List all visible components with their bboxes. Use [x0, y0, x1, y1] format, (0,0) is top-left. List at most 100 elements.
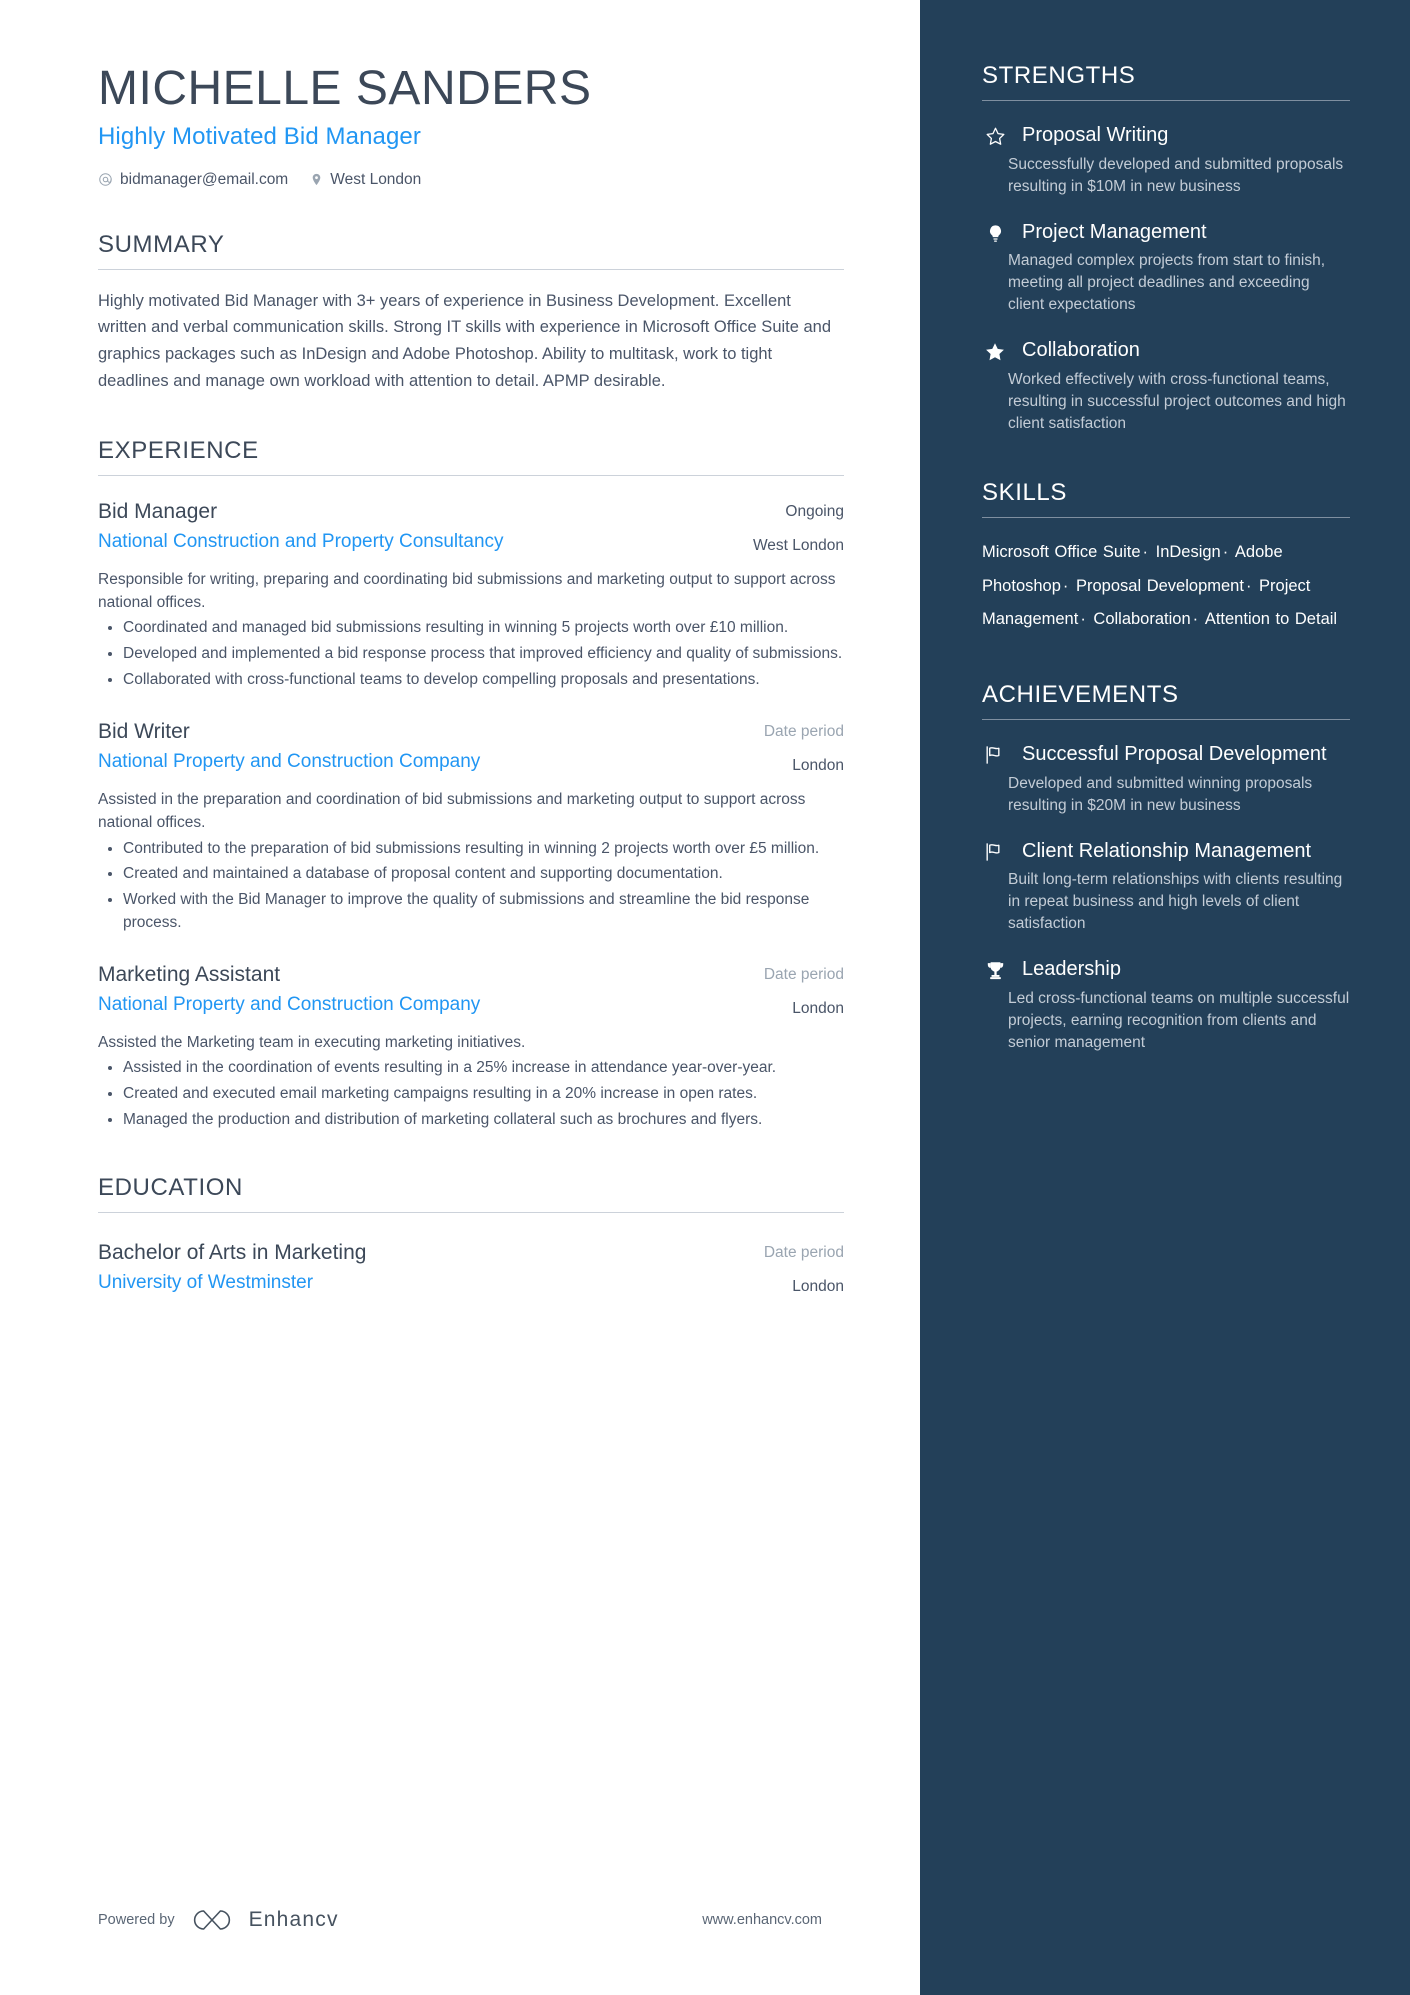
job-description: Assisted in the preparation and coordina… [98, 791, 806, 832]
job-location: London [792, 756, 844, 774]
section-achievements: ACHIEVEMENTS Successful Proposal Develop… [982, 681, 1350, 1054]
achievement-title: Successful Proposal Development [1022, 743, 1327, 766]
contact-location: West London [310, 171, 421, 189]
entry-header: Bid Writer National Property and Constru… [98, 718, 844, 776]
achievement-desc: Developed and submitted winning proposal… [1008, 774, 1313, 814]
entry-meta: Date period London [694, 1239, 844, 1297]
skill-item: Microsoft Office Suite [982, 542, 1141, 561]
entry-meta: Date period London [694, 961, 844, 1019]
entry-left: Bid Writer National Property and Constru… [98, 718, 670, 774]
website-url[interactable]: www.enhancv.com [702, 1912, 822, 1928]
achievement-title: Client Relationship Management [1022, 839, 1312, 862]
employer-name[interactable]: National Construction and Property Consu… [98, 529, 670, 554]
achievements-heading: ACHIEVEMENTS [982, 681, 1350, 721]
footer: Powered by Enhancv www.enhancv.com [98, 1907, 822, 1933]
experience-list: Bid Manager National Construction and Pr… [98, 498, 844, 1132]
entry-left: Marketing Assistant National Property an… [98, 961, 670, 1017]
job-description: Responsible for writing, preparing and c… [98, 570, 836, 612]
sidebar: STRENGTHS Proposal Writing Successfully … [920, 0, 1410, 1995]
section-experience: EXPERIENCE Bid Manager National Construc… [98, 437, 844, 1132]
strength-title: Proposal Writing [1022, 124, 1169, 146]
entry-left: Bid Manager National Construction and Pr… [98, 498, 670, 554]
job-title: Bid Writer [98, 719, 190, 743]
contact-email[interactable]: bidmanager@email.com [98, 171, 288, 189]
brand-block: Powered by Enhancv [98, 1907, 339, 1933]
list-item: Assisted in the coordination of events r… [98, 1057, 844, 1080]
achievement-title: Leadership [1022, 958, 1121, 981]
skill-item: Attention to Detail [1204, 610, 1338, 629]
trophy-icon [982, 957, 1008, 983]
achievement-body: Successful Proposal Development [1022, 742, 1350, 768]
section-strengths: STRENGTHS Proposal Writing Successfully … [982, 62, 1350, 435]
skill-separator: · [1192, 610, 1199, 629]
education-entry: Bachelor of Arts in Marketing University… [98, 1239, 844, 1297]
achievement-body: Leadership [1022, 957, 1350, 983]
job-description: Assisted the Marketing team in executing… [98, 1033, 526, 1051]
strength-desc: Worked effectively with cross-functional… [1008, 370, 1346, 432]
strength-body: Proposal Writing [1022, 123, 1350, 149]
star-outline-icon [982, 123, 1008, 149]
skills-heading: SKILLS [982, 479, 1350, 518]
skill-item: InDesign [1155, 542, 1221, 561]
contact-location-text: West London [330, 170, 422, 188]
list-item: Developed and implemented a bid response… [98, 643, 844, 666]
achievement-desc: Built long-term relationships with clien… [1008, 871, 1343, 933]
list-item: Coordinated and managed bid submissions … [98, 617, 844, 640]
skill-separator: · [1062, 576, 1069, 595]
contact-email-text: bidmanager@email.com [120, 170, 289, 188]
strength-item: Proposal Writing [982, 123, 1350, 149]
list-item: Created and maintained a database of pro… [98, 863, 844, 886]
degree-title: Bachelor of Arts in Marketing [98, 1240, 367, 1264]
entry-left: Bachelor of Arts in Marketing University… [98, 1239, 670, 1295]
strength-title: Collaboration [1022, 339, 1140, 362]
job-bullets: Assisted in the coordination of events r… [98, 1057, 844, 1131]
section-summary: SUMMARY Highly motivated Bid Manager wit… [98, 231, 844, 395]
list-item: Contributed to the preparation of bid su… [98, 838, 844, 861]
page-title: MICHELLE SANDERS [98, 62, 592, 115]
job-bullets: Contributed to the preparation of bid su… [98, 838, 844, 935]
school-name[interactable]: University of Westminster [98, 1270, 670, 1295]
powered-by-label: Powered by [98, 1912, 175, 1928]
job-headline: Highly Motivated Bid Manager [98, 122, 421, 150]
entry-header: Marketing Assistant National Property an… [98, 961, 844, 1019]
achievement-desc: Led cross-functional teams on multiple s… [1008, 990, 1350, 1051]
strength-item: Project Management [982, 220, 1350, 246]
map-pin-icon [310, 172, 323, 187]
flag-icon [982, 839, 1008, 865]
employer-name[interactable]: National Property and Construction Compa… [98, 749, 670, 774]
experience-entry: Marketing Assistant National Property an… [98, 961, 844, 1132]
employer-name[interactable]: National Property and Construction Compa… [98, 992, 670, 1017]
skill-separator: · [1222, 542, 1229, 561]
experience-heading: EXPERIENCE [98, 437, 844, 476]
skill-separator: · [1080, 610, 1086, 629]
strengths-heading: STRENGTHS [982, 62, 1350, 101]
strength-desc: Managed complex projects from start to f… [1008, 252, 1326, 314]
main-column: MICHELLE SANDERS Highly Motivated Bid Ma… [0, 0, 920, 1995]
summary-text: Highly motivated Bid Manager with 3+ yea… [98, 291, 832, 390]
skill-separator: · [1142, 542, 1149, 561]
job-title: Bid Manager [98, 499, 218, 523]
contact-row: bidmanager@email.com West London [98, 171, 844, 189]
strength-title: Project Management [1022, 220, 1207, 243]
summary-heading: SUMMARY [98, 231, 844, 270]
skill-item: Proposal Development [1076, 576, 1244, 595]
job-bullets: Coordinated and managed bid submissions … [98, 617, 844, 691]
entry-meta: Date period London [694, 718, 844, 776]
skills-list: Microsoft Office Suite · InDesign · Adobe … [982, 536, 1350, 637]
strength-desc: Successfully developed and submitted pro… [1008, 155, 1344, 195]
strength-body: Project Management [1022, 220, 1350, 246]
achievement-item: Leadership [982, 957, 1350, 983]
section-education: EDUCATION Bachelor of Arts in Marketing … [98, 1174, 844, 1297]
skill-item: Collaboration [1093, 610, 1191, 629]
job-title: Marketing Assistant [98, 962, 281, 986]
list-item: Created and executed email marketing cam… [98, 1083, 844, 1106]
star-filled-icon [982, 338, 1008, 364]
flag-icon [982, 742, 1008, 768]
achievement-body: Client Relationship Management [1022, 839, 1350, 865]
list-item: Collaborated with cross-functional teams… [98, 669, 844, 692]
list-item: Worked with the Bid Manager to improve t… [98, 889, 844, 935]
education-date: Date period [763, 1243, 844, 1261]
list-item: Managed the production and distribution … [98, 1109, 844, 1132]
skill-separator: · [1245, 576, 1252, 595]
education-heading: EDUCATION [98, 1174, 844, 1213]
